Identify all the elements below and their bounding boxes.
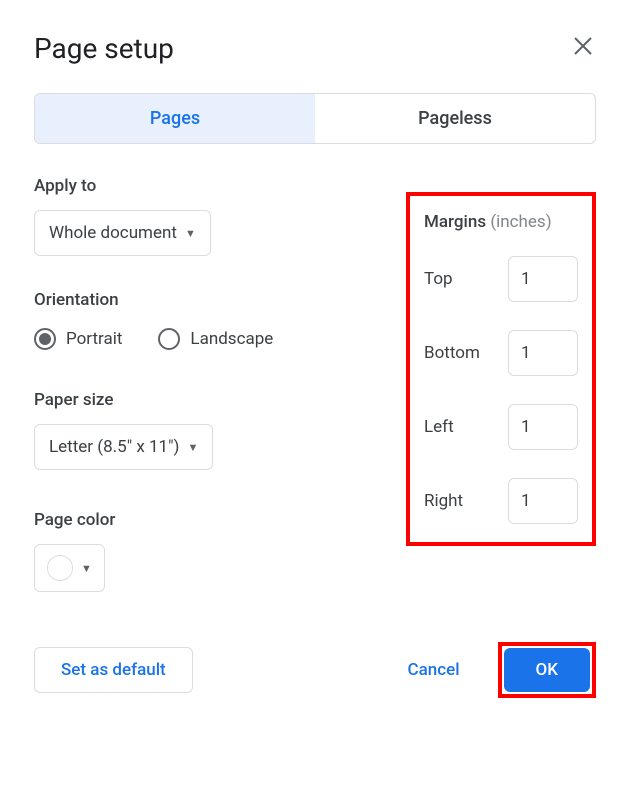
paper-size-value: Letter (8.5" x 11") [49, 437, 179, 457]
orientation-landscape-radio[interactable]: Landscape [158, 328, 273, 350]
chevron-down-icon: ▼ [185, 227, 196, 240]
margin-right-input[interactable] [508, 478, 578, 524]
margin-top-input[interactable] [508, 256, 578, 302]
landscape-label: Landscape [190, 329, 273, 349]
portrait-label: Portrait [66, 329, 122, 349]
margin-bottom-input[interactable] [508, 330, 578, 376]
set-default-button[interactable]: Set as default [34, 647, 193, 693]
radio-icon [34, 328, 56, 350]
apply-to-label: Apply to [34, 176, 366, 196]
margins-panel: Margins (inches) Top Bottom Left Right [406, 192, 596, 546]
chevron-down-icon: ▼ [81, 562, 92, 575]
ok-button[interactable]: OK [504, 648, 590, 692]
cancel-button[interactable]: Cancel [381, 648, 485, 692]
paper-size-label: Paper size [34, 390, 366, 410]
orientation-portrait-radio[interactable]: Portrait [34, 328, 122, 350]
paper-size-dropdown[interactable]: Letter (8.5" x 11") ▼ [34, 424, 213, 470]
ok-button-highlight: OK [498, 642, 596, 698]
layout-tabs: Pages Pageless [34, 93, 596, 144]
margin-left-label: Left [424, 417, 454, 437]
margins-label: Margins [424, 212, 486, 232]
color-swatch [47, 555, 73, 581]
margin-bottom-label: Bottom [424, 343, 480, 363]
page-color-label: Page color [34, 510, 366, 530]
margin-top-label: Top [424, 269, 453, 289]
orientation-label: Orientation [34, 290, 366, 310]
page-color-dropdown[interactable]: ▼ [34, 544, 105, 592]
margin-left-input[interactable] [508, 404, 578, 450]
dialog-title: Page setup [34, 32, 174, 65]
radio-icon [158, 328, 180, 350]
margin-right-label: Right [424, 491, 463, 511]
margins-unit: (inches) [490, 212, 551, 232]
apply-to-dropdown[interactable]: Whole document ▼ [34, 210, 211, 256]
tab-pages[interactable]: Pages [35, 94, 315, 143]
chevron-down-icon: ▼ [187, 441, 198, 454]
close-icon[interactable] [570, 32, 596, 65]
tab-pageless[interactable]: Pageless [315, 94, 595, 143]
apply-to-value: Whole document [49, 223, 177, 243]
